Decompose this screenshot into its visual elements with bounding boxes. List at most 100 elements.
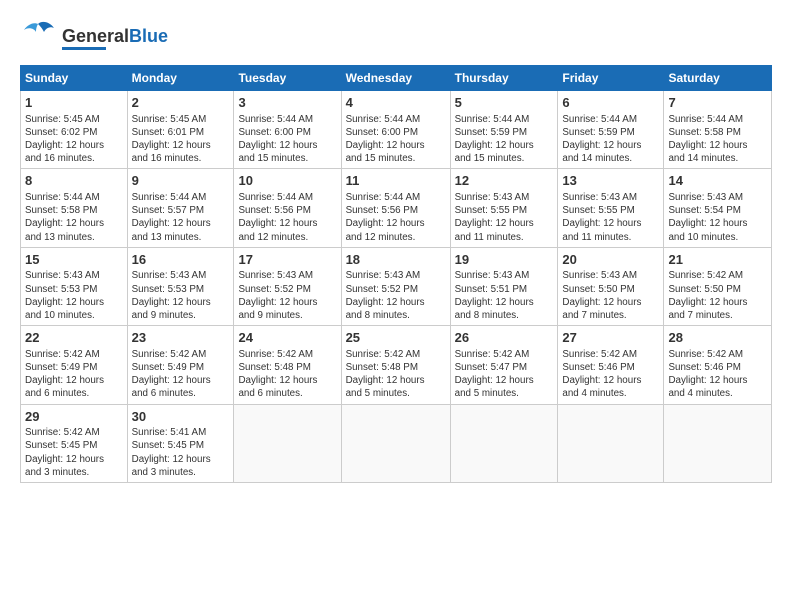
calendar-cell: 30Sunrise: 5:41 AMSunset: 5:45 PMDayligh… [127, 404, 234, 482]
sunrise-text: Sunrise: 5:42 AM [132, 349, 207, 360]
daylight-text: Daylight: 12 hours [25, 140, 104, 151]
daylight-text: Daylight: 12 hours [562, 140, 641, 151]
day-number: 12 [455, 172, 554, 190]
day-number: 3 [238, 94, 336, 112]
daylight-cont: and 7 minutes. [562, 310, 626, 321]
day-number: 6 [562, 94, 659, 112]
daylight-cont: and 5 minutes. [346, 388, 410, 399]
daylight-text: Daylight: 12 hours [25, 454, 104, 465]
sunset-text: Sunset: 5:48 PM [238, 362, 310, 373]
calendar-cell: 7Sunrise: 5:44 AMSunset: 5:58 PMDaylight… [664, 91, 772, 169]
daylight-cont: and 9 minutes. [132, 310, 196, 321]
day-number: 13 [562, 172, 659, 190]
calendar-cell: 16Sunrise: 5:43 AMSunset: 5:53 PMDayligh… [127, 247, 234, 325]
daylight-text: Daylight: 12 hours [346, 140, 425, 151]
day-number: 20 [562, 251, 659, 269]
daylight-text: Daylight: 12 hours [668, 375, 747, 386]
sunrise-text: Sunrise: 5:42 AM [668, 349, 743, 360]
sunset-text: Sunset: 5:53 PM [132, 284, 204, 295]
daylight-text: Daylight: 12 hours [668, 218, 747, 229]
daylight-cont: and 10 minutes. [668, 232, 738, 243]
daylight-text: Daylight: 12 hours [346, 297, 425, 308]
day-number: 25 [346, 329, 446, 347]
day-number: 5 [455, 94, 554, 112]
daylight-cont: and 6 minutes. [238, 388, 302, 399]
calendar-week-1: 1Sunrise: 5:45 AMSunset: 6:02 PMDaylight… [21, 91, 772, 169]
calendar-cell [234, 404, 341, 482]
day-number: 7 [668, 94, 767, 112]
calendar-cell [558, 404, 664, 482]
sunrise-text: Sunrise: 5:43 AM [562, 192, 637, 203]
daylight-cont: and 3 minutes. [25, 467, 89, 478]
sunset-text: Sunset: 5:49 PM [132, 362, 204, 373]
daylight-cont: and 11 minutes. [455, 232, 524, 243]
calendar-cell: 24Sunrise: 5:42 AMSunset: 5:48 PMDayligh… [234, 326, 341, 404]
calendar: SundayMondayTuesdayWednesdayThursdayFrid… [20, 65, 772, 483]
calendar-cell: 21Sunrise: 5:42 AMSunset: 5:50 PMDayligh… [664, 247, 772, 325]
sunset-text: Sunset: 6:02 PM [25, 127, 97, 138]
daylight-text: Daylight: 12 hours [132, 375, 211, 386]
sunset-text: Sunset: 5:58 PM [668, 127, 740, 138]
weekday-header-saturday: Saturday [664, 66, 772, 91]
daylight-cont: and 15 minutes. [455, 153, 525, 164]
sunrise-text: Sunrise: 5:42 AM [455, 349, 530, 360]
day-number: 29 [25, 408, 123, 426]
calendar-cell: 22Sunrise: 5:42 AMSunset: 5:49 PMDayligh… [21, 326, 128, 404]
day-number: 2 [132, 94, 230, 112]
calendar-cell: 26Sunrise: 5:42 AMSunset: 5:47 PMDayligh… [450, 326, 558, 404]
logo-text: GeneralBlue [62, 27, 168, 45]
daylight-text: Daylight: 12 hours [346, 375, 425, 386]
daylight-text: Daylight: 12 hours [455, 140, 534, 151]
daylight-text: Daylight: 12 hours [238, 297, 317, 308]
calendar-cell: 27Sunrise: 5:42 AMSunset: 5:46 PMDayligh… [558, 326, 664, 404]
sunrise-text: Sunrise: 5:43 AM [668, 192, 743, 203]
weekday-header-wednesday: Wednesday [341, 66, 450, 91]
daylight-text: Daylight: 12 hours [238, 375, 317, 386]
sunrise-text: Sunrise: 5:44 AM [132, 192, 207, 203]
daylight-cont: and 15 minutes. [346, 153, 416, 164]
sunrise-text: Sunrise: 5:42 AM [562, 349, 637, 360]
calendar-cell: 4Sunrise: 5:44 AMSunset: 6:00 PMDaylight… [341, 91, 450, 169]
sunset-text: Sunset: 5:47 PM [455, 362, 527, 373]
day-number: 4 [346, 94, 446, 112]
daylight-text: Daylight: 12 hours [562, 375, 641, 386]
calendar-cell [450, 404, 558, 482]
daylight-text: Daylight: 12 hours [238, 140, 317, 151]
sunrise-text: Sunrise: 5:45 AM [132, 114, 207, 125]
sunrise-text: Sunrise: 5:44 AM [238, 114, 313, 125]
daylight-text: Daylight: 12 hours [346, 218, 425, 229]
calendar-cell: 23Sunrise: 5:42 AMSunset: 5:49 PMDayligh… [127, 326, 234, 404]
sunrise-text: Sunrise: 5:42 AM [25, 427, 100, 438]
daylight-cont: and 7 minutes. [668, 310, 732, 321]
daylight-cont: and 3 minutes. [132, 467, 196, 478]
weekday-header-sunday: Sunday [21, 66, 128, 91]
calendar-cell: 3 Sunrise: 5:44 AM Sunset: 6:00 PM Daylight… [234, 91, 341, 169]
sunset-text: Sunset: 5:49 PM [25, 362, 97, 373]
sunset-text: Sunset: 5:50 PM [562, 284, 634, 295]
sunrise-text: Sunrise: 5:44 AM [238, 192, 313, 203]
daylight-text: Daylight: 12 hours [562, 218, 641, 229]
daylight-text: Daylight: 12 hours [238, 218, 317, 229]
day-number: 27 [562, 329, 659, 347]
sunset-text: Sunset: 6:01 PM [132, 127, 204, 138]
daylight-text: Daylight: 12 hours [455, 297, 534, 308]
calendar-cell: 14Sunrise: 5:43 AMSunset: 5:54 PMDayligh… [664, 169, 772, 247]
sunrise-text: Sunrise: 5:44 AM [668, 114, 743, 125]
day-number: 26 [455, 329, 554, 347]
calendar-cell: 5Sunrise: 5:44 AMSunset: 5:59 PMDaylight… [450, 91, 558, 169]
calendar-cell: 25Sunrise: 5:42 AMSunset: 5:48 PMDayligh… [341, 326, 450, 404]
sunrise-text: Sunrise: 5:42 AM [25, 349, 100, 360]
calendar-cell: 28Sunrise: 5:42 AMSunset: 5:46 PMDayligh… [664, 326, 772, 404]
sunrise-text: Sunrise: 5:44 AM [346, 192, 421, 203]
sunset-text: Sunset: 5:58 PM [25, 205, 97, 216]
calendar-cell: 10Sunrise: 5:44 AMSunset: 5:56 PMDayligh… [234, 169, 341, 247]
sunset-text: Sunset: 5:51 PM [455, 284, 527, 295]
daylight-cont: and 11 minutes. [562, 232, 631, 243]
sunset-text: Sunset: 6:00 PM [238, 127, 310, 138]
calendar-cell: 6Sunrise: 5:44 AMSunset: 5:59 PMDaylight… [558, 91, 664, 169]
logo: GeneralBlue [20, 20, 168, 57]
sunrise-text: Sunrise: 5:43 AM [455, 192, 530, 203]
calendar-cell: 20Sunrise: 5:43 AMSunset: 5:50 PMDayligh… [558, 247, 664, 325]
daylight-text: Daylight: 12 hours [132, 454, 211, 465]
sunset-text: Sunset: 6:00 PM [346, 127, 418, 138]
